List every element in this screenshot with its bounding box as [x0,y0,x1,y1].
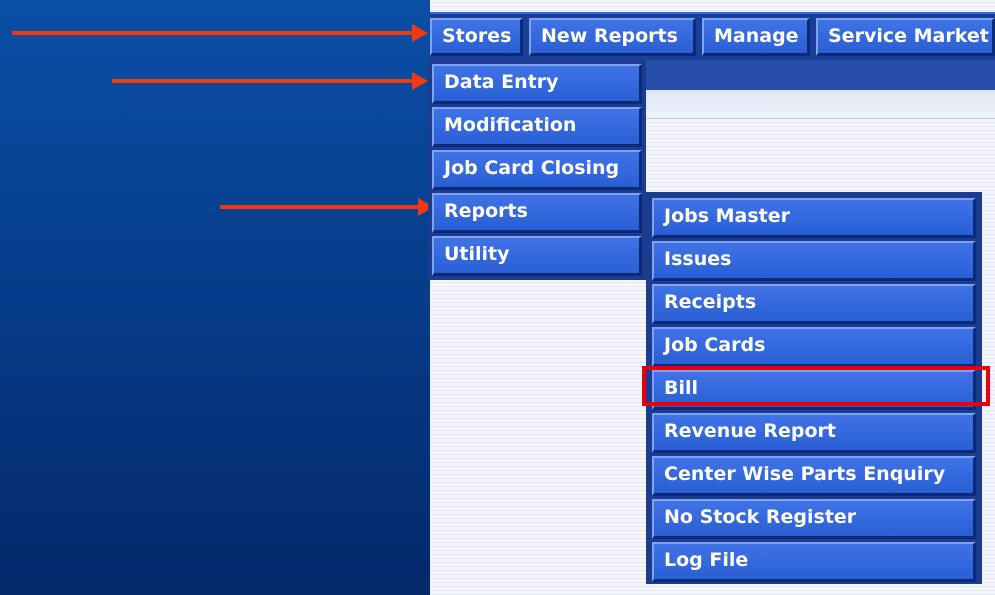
submenu-item-center-wise-parts-enquiry[interactable]: Center Wise Parts Enquiry [652,456,976,496]
menu-manage[interactable]: Manage [702,18,810,56]
menu-stores[interactable]: Stores [430,18,523,56]
menu-item-job-card-closing[interactable]: Job Card Closing [432,150,642,190]
bill-highlight-box [642,366,990,406]
annotation-arrow-reports [220,198,434,216]
annotation-arrow-stores [12,24,428,42]
submenu-item-issues[interactable]: Issues [652,241,976,281]
menu-item-utility[interactable]: Utility [432,236,642,276]
submenu-item-receipts[interactable]: Receipts [652,284,976,324]
menu-item-reports[interactable]: Reports [432,193,642,233]
left-background-panel [0,0,430,595]
submenu-item-jobs-master[interactable]: Jobs Master [652,198,976,238]
menu-service-market[interactable]: Service Market [816,18,995,56]
submenu-item-log-file[interactable]: Log File [652,542,976,582]
submenu-item-no-stock-register[interactable]: No Stock Register [652,499,976,539]
menu-item-data-entry[interactable]: Data Entry [432,64,642,104]
header-strip [640,90,995,119]
annotation-arrow-data-entry [112,72,428,90]
submenu-item-job-cards[interactable]: Job Cards [652,327,976,367]
menu-item-modification[interactable]: Modification [432,107,642,147]
toolbar-strip [640,60,995,90]
menu-new-reports[interactable]: New Reports [529,18,696,56]
submenu-item-revenue-report[interactable]: Revenue Report [652,413,976,453]
